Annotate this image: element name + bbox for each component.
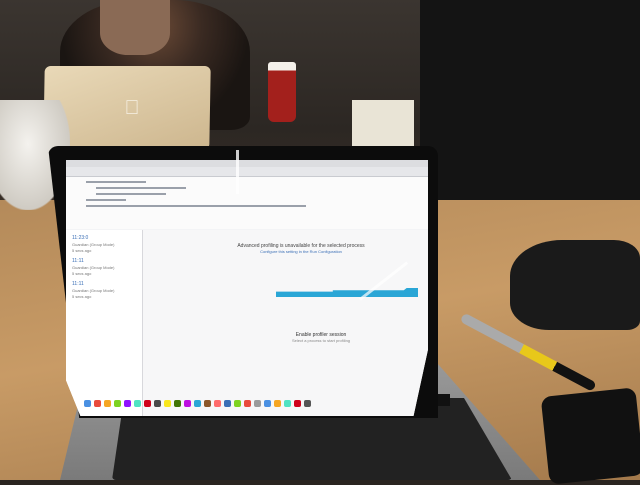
app-icon[interactable] bbox=[144, 399, 151, 407]
session-time: 11:11 bbox=[72, 281, 84, 287]
app-icon[interactable] bbox=[164, 399, 171, 407]
session-age: 5 secs ago bbox=[72, 271, 92, 276]
app-icon[interactable] bbox=[204, 399, 211, 407]
code-editor[interactable] bbox=[66, 177, 428, 229]
monitor-stand bbox=[510, 240, 640, 330]
trash-icon[interactable] bbox=[304, 399, 311, 407]
session-title: Guardian (Group Mode) bbox=[72, 288, 115, 293]
app-icon[interactable] bbox=[264, 399, 271, 407]
profiler-message: Advanced profiling is unavailable for th… bbox=[216, 243, 386, 254]
menu-bar: Android StudioFileEditViewNavigateCodeAn… bbox=[66, 160, 428, 174]
person-head bbox=[100, 0, 170, 55]
session-time: 11:23:0 bbox=[72, 235, 89, 241]
session-item[interactable]: 11:23:0 Guardian (Group Mode) 5 secs ago bbox=[66, 235, 142, 253]
app-icon[interactable] bbox=[224, 399, 231, 407]
enable-profiler: Enable profiler session Select a process… bbox=[266, 332, 376, 343]
app-icon[interactable] bbox=[124, 399, 131, 407]
app-icon[interactable] bbox=[184, 399, 191, 407]
session-item[interactable]: 11:11 Guardian (Group Mode) 5 secs ago bbox=[66, 281, 142, 299]
screen-glare bbox=[236, 150, 239, 194]
app-icon[interactable] bbox=[194, 399, 201, 407]
app-icon[interactable] bbox=[94, 399, 101, 407]
session-age: 5 secs ago bbox=[72, 294, 92, 299]
session-time: 11:11 bbox=[72, 258, 84, 264]
apple-logo-icon:  bbox=[120, 96, 144, 120]
session-item[interactable]: 11:11 Guardian (Group Mode) 5 secs ago bbox=[66, 258, 142, 276]
session-title: Guardian (Group Mode) bbox=[72, 242, 115, 247]
app-icon[interactable] bbox=[284, 399, 291, 407]
dock bbox=[84, 398, 414, 408]
app-icon[interactable] bbox=[214, 399, 221, 407]
app-icon[interactable] bbox=[234, 399, 241, 407]
app-icon[interactable] bbox=[244, 399, 251, 407]
session-title: Guardian (Group Mode) bbox=[72, 265, 115, 270]
app-icon[interactable] bbox=[274, 399, 281, 407]
app-icon[interactable] bbox=[134, 399, 141, 407]
app-icon[interactable] bbox=[254, 399, 261, 407]
app-icon[interactable] bbox=[174, 399, 181, 407]
app-icon[interactable] bbox=[294, 399, 301, 407]
tissue-box bbox=[352, 100, 414, 148]
app-icon[interactable] bbox=[114, 399, 121, 407]
editor-tab-bar[interactable] bbox=[66, 167, 428, 177]
finder-icon[interactable] bbox=[84, 399, 91, 407]
app-icon[interactable] bbox=[154, 399, 161, 407]
configure-link[interactable]: Configure this setting in the Run Config… bbox=[216, 249, 386, 254]
coffee-cup bbox=[268, 62, 296, 122]
app-icon[interactable] bbox=[104, 399, 111, 407]
session-list: 11:23:0 Guardian (Group Mode) 5 secs ago 1… bbox=[66, 230, 143, 416]
enable-subtitle: Select a process to start profiling bbox=[291, 338, 351, 343]
session-age: 5 secs ago bbox=[72, 248, 92, 253]
smartphone bbox=[540, 387, 640, 485]
